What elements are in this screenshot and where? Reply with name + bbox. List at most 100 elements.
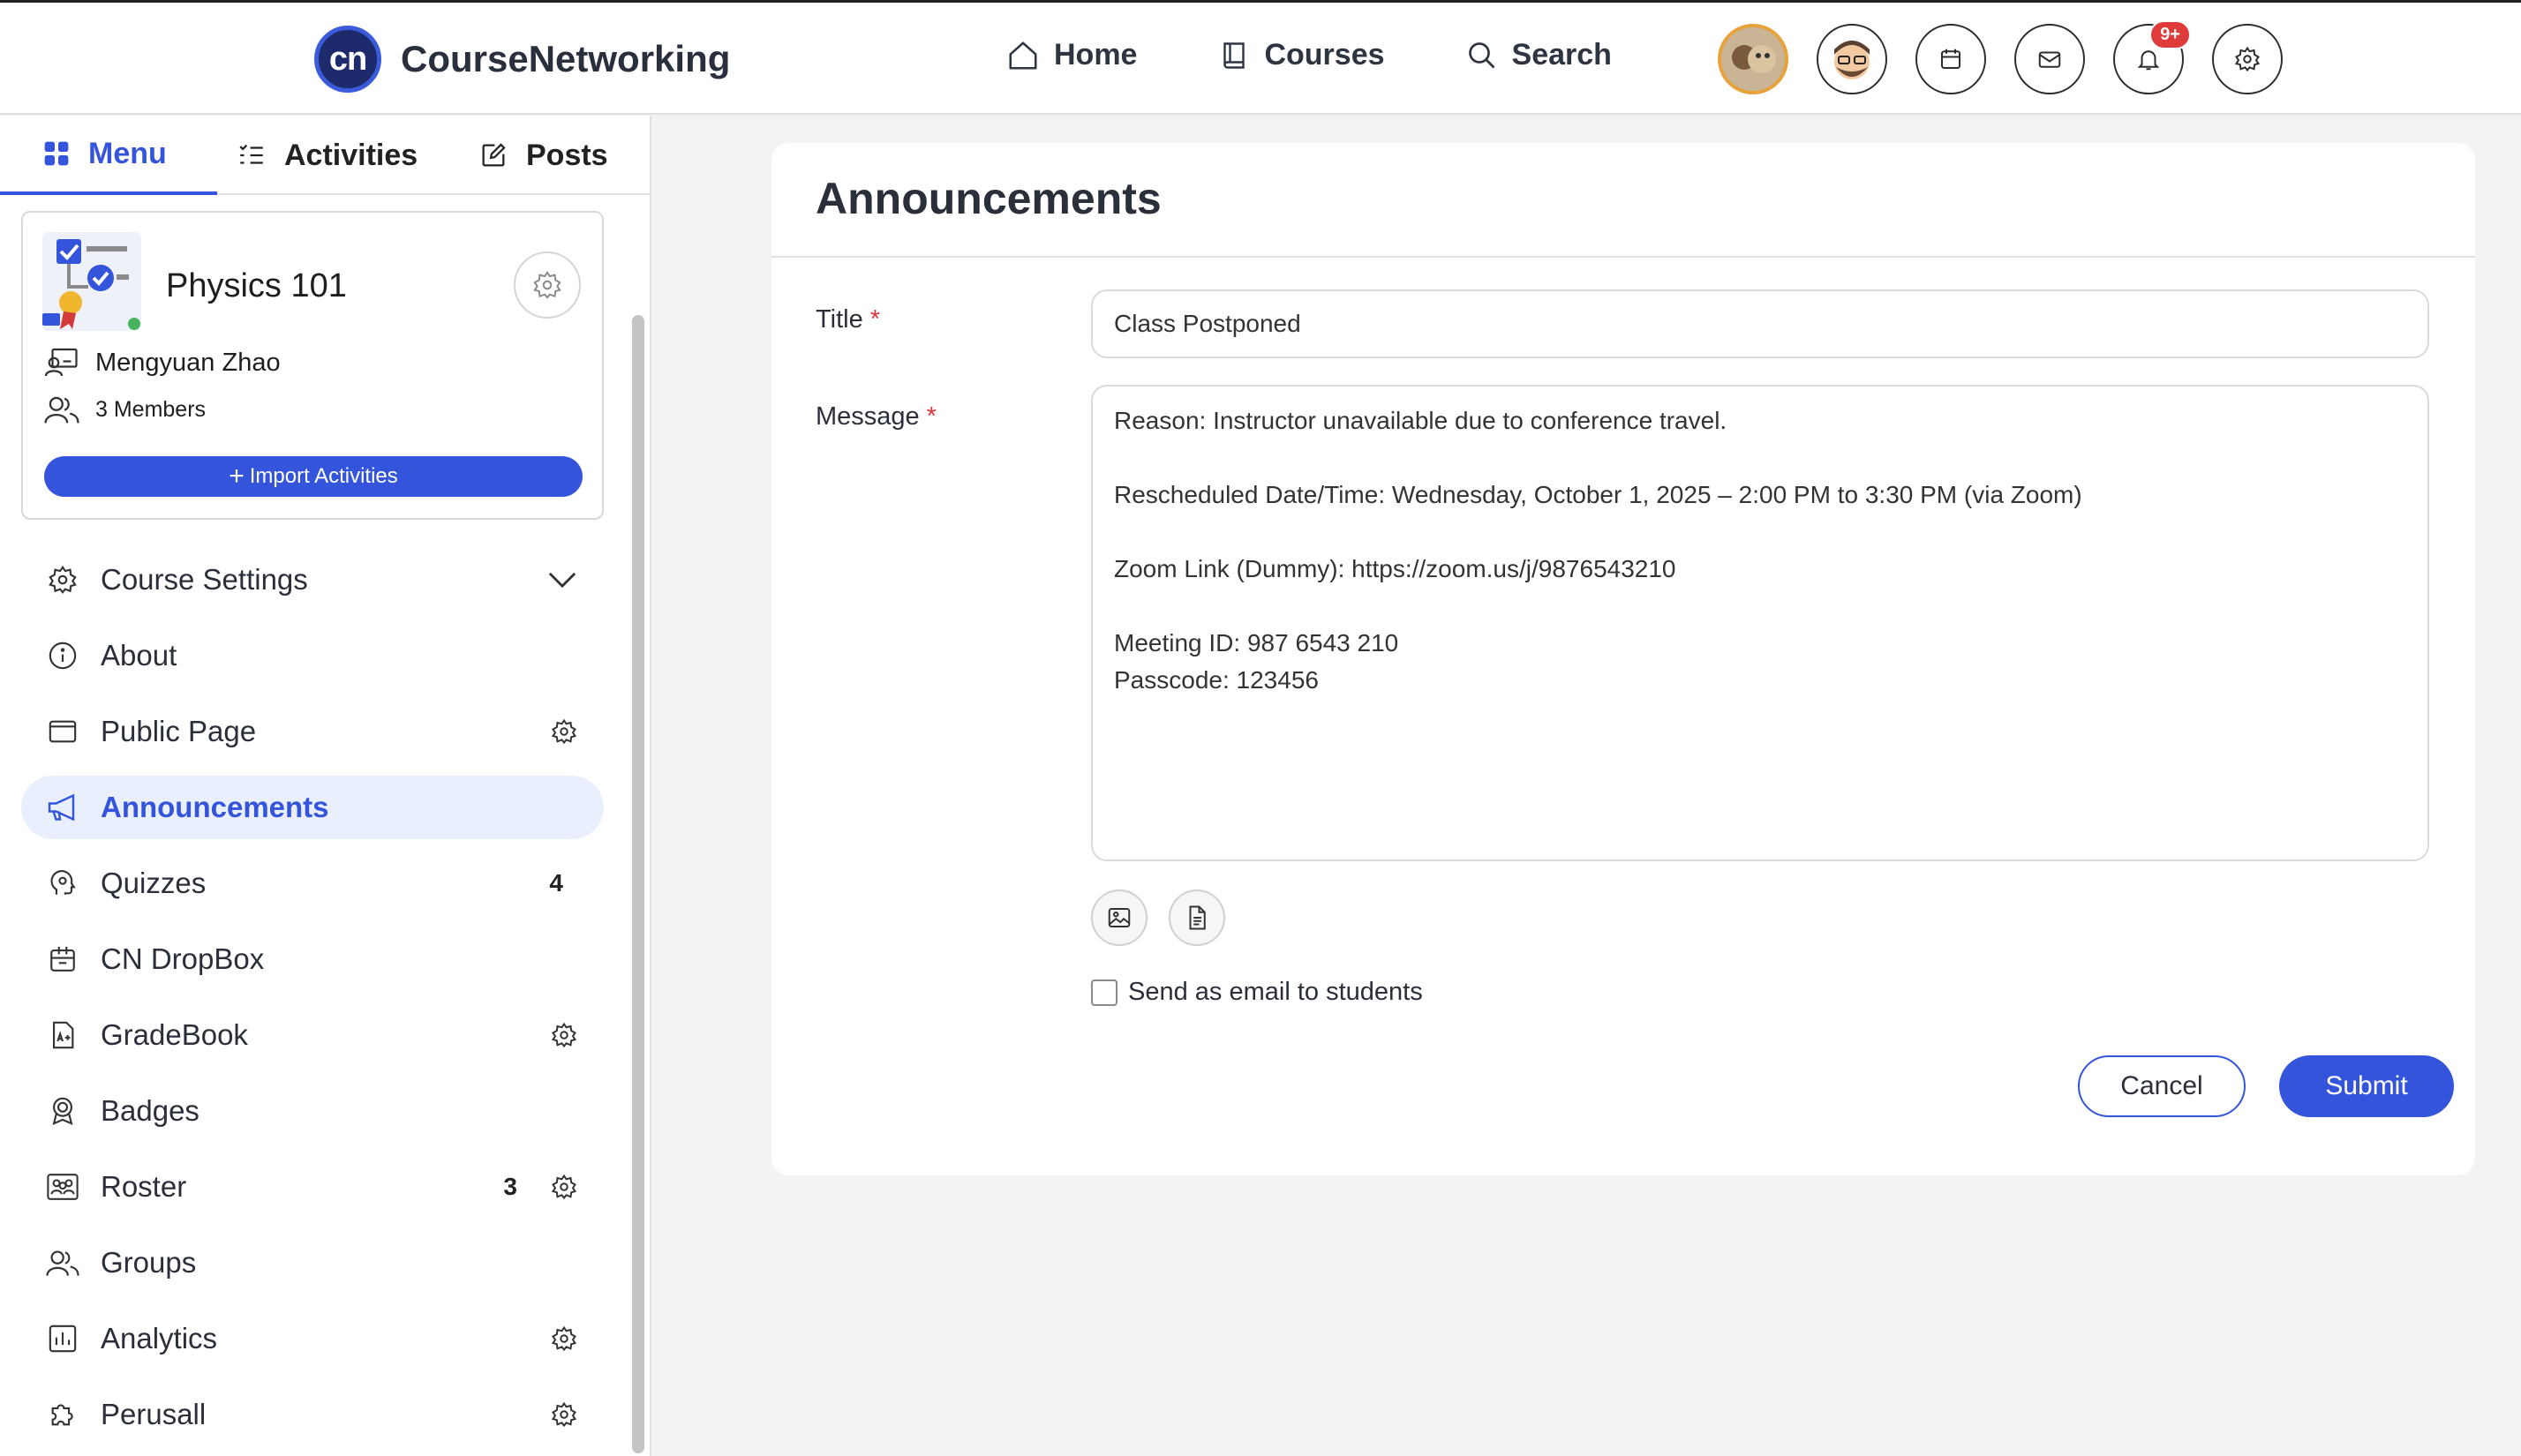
nav-home[interactable]: Home xyxy=(1006,38,1137,72)
settings-button[interactable] xyxy=(2212,24,2283,94)
analytics-settings-icon[interactable] xyxy=(551,1325,577,1352)
chevron-down-icon[interactable] xyxy=(547,570,577,589)
image-icon xyxy=(1108,908,1131,927)
message-line: Zoom Link (Dummy): https://zoom.us/j/987… xyxy=(1114,555,1676,582)
course-badge-icon xyxy=(42,232,141,331)
messages-button[interactable] xyxy=(2014,24,2085,94)
nav-search[interactable]: Search xyxy=(1466,38,1612,72)
members-icon xyxy=(44,396,79,424)
menu-item-label: About xyxy=(101,639,177,672)
edit-icon xyxy=(482,143,506,167)
announcement-form-panel: Announcements Title* Message* Reason: In… xyxy=(771,143,2475,1175)
head-icon xyxy=(46,868,79,898)
send-email-option[interactable]: Send as email to students xyxy=(1091,978,1423,1007)
notifications-button[interactable]: 9+ xyxy=(2113,20,2191,94)
menu-perusall[interactable]: Perusall xyxy=(21,1383,604,1446)
send-email-checkbox[interactable] xyxy=(1091,979,1118,1006)
menu-cn-dropbox[interactable]: CN DropBox xyxy=(21,927,604,991)
title-divider xyxy=(771,256,2475,258)
menu-item-label: CN DropBox xyxy=(101,942,265,975)
megaphone-icon xyxy=(46,792,79,822)
mail-icon xyxy=(2038,51,2061,68)
required-marker: * xyxy=(869,305,881,334)
attach-file-button[interactable] xyxy=(1169,889,1225,946)
course-menu: Course Settings About Public Page Announ… xyxy=(21,548,604,1456)
menu-announcements[interactable]: Announcements xyxy=(21,776,604,839)
menu-item-label: Groups xyxy=(101,1246,197,1279)
tab-posts-label: Posts xyxy=(526,138,608,172)
gear-icon xyxy=(46,565,79,595)
nav-search-label: Search xyxy=(1511,38,1612,71)
members-count: 3 Members xyxy=(95,396,207,422)
menu-item-label: Badges xyxy=(101,1094,199,1127)
message-line: Meeting ID: 987 6543 210 xyxy=(1114,629,1399,657)
menu-public-page[interactable]: Public Page xyxy=(21,700,604,763)
header-actions: 9+ xyxy=(1718,20,2311,94)
title-input[interactable] xyxy=(1091,289,2429,358)
course-thumbnail xyxy=(42,232,141,331)
submit-button[interactable]: Submit xyxy=(2279,1055,2454,1117)
nav-courses[interactable]: Courses xyxy=(1218,38,1385,72)
app-name: CourseNetworking xyxy=(401,38,731,79)
user-avatar[interactable] xyxy=(1718,24,1788,94)
menu-gradebook[interactable]: GradeBook xyxy=(21,1003,604,1067)
groups-icon xyxy=(46,1248,79,1278)
gradebook-settings-icon[interactable] xyxy=(551,1022,577,1048)
cancel-button[interactable]: Cancel xyxy=(2078,1055,2246,1117)
tab-menu[interactable]: Menu xyxy=(0,116,217,195)
message-textarea[interactable]: Reason: Instructor unavailable due to co… xyxy=(1091,385,2429,861)
gear-icon xyxy=(533,271,561,299)
dropbox-icon xyxy=(46,944,79,974)
tab-activities[interactable]: Activities xyxy=(237,116,418,195)
menu-course-settings[interactable]: Course Settings xyxy=(21,548,604,612)
import-activities-button[interactable]: + Import Activities xyxy=(44,456,583,497)
menu-item-label: Roster xyxy=(101,1170,187,1203)
menu-item-label: Course Settings xyxy=(101,563,308,596)
grid-icon xyxy=(44,141,69,166)
message-line: Reason: Instructor unavailable due to co… xyxy=(1114,407,1727,434)
course-title[interactable]: Physics 101 xyxy=(166,267,347,305)
course-members[interactable]: 3 Members xyxy=(44,394,206,424)
app-logo[interactable]: cn CourseNetworking xyxy=(314,26,730,93)
cn-logo-icon: cn xyxy=(314,26,381,93)
avatar-cartoon-icon xyxy=(1834,41,1870,79)
required-marker: * xyxy=(926,402,937,431)
calendar-button[interactable] xyxy=(1915,24,1986,94)
menu-item-label: Announcements xyxy=(101,791,329,823)
menu-badges[interactable]: Badges xyxy=(21,1079,604,1143)
roster-settings-icon[interactable] xyxy=(551,1174,577,1200)
menu-roster[interactable]: Roster 3 xyxy=(21,1155,604,1219)
nav-courses-label: Courses xyxy=(1264,38,1385,71)
title-field-label: Title * xyxy=(816,305,880,334)
send-email-label: Send as email to students xyxy=(1128,978,1423,1006)
course-instructor: Mengyuan Zhao xyxy=(44,347,281,379)
message-label-text: Message xyxy=(816,402,920,431)
message-line: Passcode: 123456 xyxy=(1114,666,1319,694)
bell-icon xyxy=(2137,50,2160,71)
course-card: Physics 101 Mengyuan Zhao 3 Members + Im… xyxy=(21,211,604,520)
book-icon xyxy=(1223,41,1245,69)
puzzle-icon xyxy=(46,1400,79,1430)
message-line: Rescheduled Date/Time: Wednesday, Octobe… xyxy=(1114,481,2082,508)
message-field-label: Message * xyxy=(816,402,937,432)
instructor-name: Mengyuan Zhao xyxy=(95,348,281,377)
menu-item-label: Analytics xyxy=(101,1322,218,1355)
roster-count: 3 xyxy=(503,1173,517,1200)
tab-posts[interactable]: Posts xyxy=(478,116,608,195)
course-settings-button[interactable] xyxy=(514,251,581,319)
menu-quizzes[interactable]: Quizzes 4 xyxy=(21,852,604,915)
tab-menu-label: Menu xyxy=(88,136,167,170)
menu-item-label: GradeBook xyxy=(101,1018,248,1051)
attach-image-button[interactable] xyxy=(1091,889,1148,946)
menu-analytics[interactable]: Analytics xyxy=(21,1307,604,1370)
quizzes-count: 4 xyxy=(549,869,563,897)
profile-avatar[interactable] xyxy=(1817,24,1887,94)
sidebar-scrollbar[interactable] xyxy=(632,315,644,1453)
gradebook-icon xyxy=(46,1020,79,1050)
menu-about[interactable]: About xyxy=(21,624,604,687)
menu-item-label: Public Page xyxy=(101,715,257,747)
perusall-settings-icon[interactable] xyxy=(551,1401,577,1428)
public-page-settings-icon[interactable] xyxy=(551,718,577,745)
menu-groups[interactable]: Groups xyxy=(21,1231,604,1295)
sidebar-tabs: Menu Activities Posts xyxy=(0,116,651,195)
